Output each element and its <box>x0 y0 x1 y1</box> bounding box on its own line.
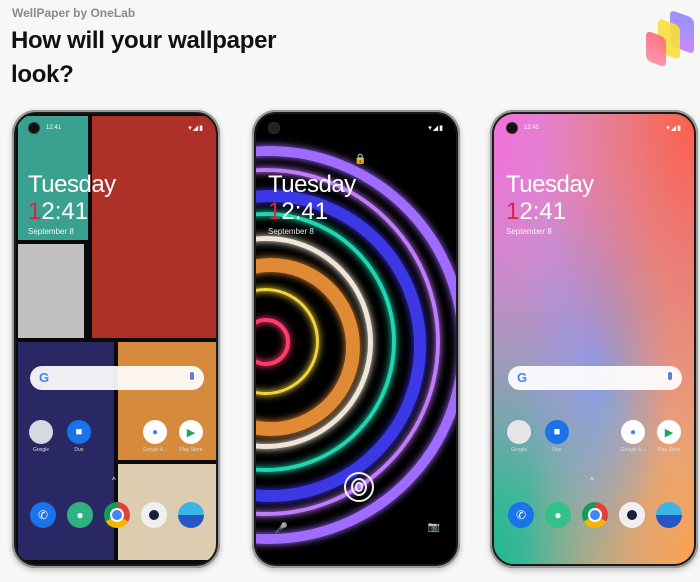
chrome-icon[interactable] <box>582 502 608 528</box>
app-duo[interactable]: ■ Duo <box>66 420 92 453</box>
google-g-icon: G <box>517 370 528 385</box>
camera-icon[interactable] <box>619 502 645 528</box>
phone-preview-gradient[interactable]: 12:41 ▾◢▮ Tuesday 12:41 September 8 G Go… <box>490 110 698 568</box>
app-google[interactable]: Google <box>28 420 54 453</box>
play-store-icon: ▶ <box>657 420 681 444</box>
phone-preview-neon[interactable]: ▾◢▮ 🔒 Tuesday 12:41 September 8 🎤 📷 <box>252 110 460 568</box>
mic-icon[interactable]: 🎤 <box>274 522 288 535</box>
clock-day: Tuesday <box>28 171 116 198</box>
chrome-icon[interactable] <box>104 502 130 528</box>
camera-shortcut-icon[interactable]: 📷 <box>428 522 440 533</box>
tile-gray <box>18 244 84 338</box>
google-search-bar[interactable]: G <box>30 366 204 390</box>
app-duo[interactable]: ■ Duo <box>544 420 570 453</box>
clock-time: 12:41 <box>28 198 89 225</box>
swipe-up-icon[interactable]: ^ <box>590 476 594 485</box>
mic-icon[interactable] <box>668 372 672 380</box>
camera-icon[interactable] <box>141 502 167 528</box>
page-title: How will your wallpaper look? <box>11 27 277 88</box>
phone-icon[interactable]: ✆ <box>508 502 534 528</box>
status-bar: 12:41 ▾◢▮ <box>494 123 694 136</box>
mic-icon[interactable] <box>190 372 194 380</box>
app-play-store[interactable]: ▶ Play Store <box>656 420 682 453</box>
clock-day: Tuesday <box>506 171 594 198</box>
phone-screen: ▾◢▮ 🔒 Tuesday 12:41 September 8 🎤 📷 <box>256 114 456 564</box>
play-store-icon: ▶ <box>179 420 203 444</box>
app-google[interactable]: Google <box>506 420 532 453</box>
fingerprint-icon[interactable] <box>344 472 374 502</box>
brand-label: WellPaper by OneLab <box>12 6 136 20</box>
google-assistant-icon: ● <box>621 420 645 444</box>
lockscreen-clock: Tuesday 12:41 September 8 <box>268 171 356 237</box>
status-icons: ▾◢▮ <box>428 125 444 132</box>
app-play-store[interactable]: ▶ Play Store <box>178 420 204 453</box>
gallery-icon[interactable] <box>656 502 682 528</box>
phone-screen: 12:41 ▾◢▮ Tuesday 12:41 September 8 G Go… <box>16 114 216 564</box>
google-assistant-icon: ● <box>143 420 167 444</box>
status-time: 12:41 <box>46 125 62 131</box>
clock-time: 12:41 <box>506 198 567 225</box>
front-camera <box>507 123 517 133</box>
swipe-up-icon[interactable]: ^ <box>112 476 116 485</box>
clock-date: September 8 <box>268 227 314 236</box>
messages-icon[interactable]: ● <box>545 502 571 528</box>
lockscreen-clock: Tuesday 12:41 September 8 <box>506 171 594 237</box>
phone-preview-mondrian[interactable]: 12:41 ▾◢▮ Tuesday 12:41 September 8 G Go… <box>12 110 220 568</box>
google-g-icon: G <box>39 370 50 385</box>
gallery-icon[interactable] <box>178 502 204 528</box>
clock-time: 12:41 <box>268 198 329 225</box>
front-camera <box>29 123 39 133</box>
status-time: 12:41 <box>524 125 540 131</box>
status-icons: ▾◢▮ <box>188 125 204 132</box>
app-google-assistant[interactable]: ● Google A... <box>620 420 646 453</box>
duo-icon: ■ <box>67 420 91 444</box>
status-bar: 12:41 ▾◢▮ <box>16 123 216 136</box>
app-google-assistant[interactable]: ● Google A... <box>142 420 168 453</box>
clock-date: September 8 <box>506 227 552 236</box>
front-camera <box>269 123 279 133</box>
phone-icon[interactable]: ✆ <box>30 502 56 528</box>
google-search-bar[interactable]: G <box>508 366 682 390</box>
google-folder-icon <box>507 420 531 444</box>
google-folder-icon <box>29 420 53 444</box>
lockscreen-clock: Tuesday 12:41 September 8 <box>28 171 116 237</box>
messages-icon[interactable]: ● <box>67 502 93 528</box>
status-icons: ▾◢▮ <box>666 125 682 132</box>
clock-day: Tuesday <box>268 171 356 198</box>
status-bar: ▾◢▮ <box>256 123 456 136</box>
clock-date: September 8 <box>28 227 74 236</box>
lock-icon: 🔒 <box>354 154 367 165</box>
onelab-logo <box>640 8 700 68</box>
phone-screen: 12:41 ▾◢▮ Tuesday 12:41 September 8 G Go… <box>494 114 694 564</box>
duo-icon: ■ <box>545 420 569 444</box>
